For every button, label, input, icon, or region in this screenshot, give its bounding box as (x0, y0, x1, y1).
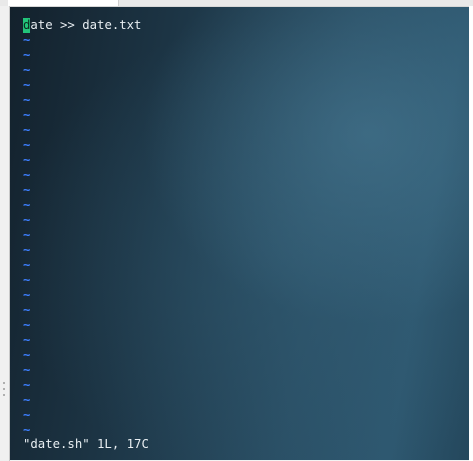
empty-line-tilde: ~ (23, 318, 31, 332)
empty-line-tilde: ~ (23, 363, 31, 377)
empty-line: ~ (23, 243, 141, 258)
empty-line: ~ (23, 153, 141, 168)
empty-line-tilde: ~ (23, 348, 31, 362)
empty-line-tilde: ~ (23, 78, 31, 92)
empty-line: ~ (23, 318, 141, 333)
window-frame: date >> date.txt ~ ~ ~ ~ ~ ~ ~ ~ ~ ~ ~ ~ ~ ~ ~ ~ ~ ~ ~ ~ ~ ~ ~… (0, 0, 473, 461)
empty-line: ~ (23, 168, 141, 183)
empty-line: ~ (23, 288, 141, 303)
empty-line-tilde: ~ (23, 333, 31, 347)
empty-line: ~ (23, 378, 141, 393)
empty-line: ~ (23, 213, 141, 228)
status-line: "date.sh" 1L, 17C (23, 437, 149, 451)
empty-line-tilde: ~ (23, 258, 31, 272)
buffer-line-1[interactable]: date >> date.txt (23, 18, 141, 33)
empty-line: ~ (23, 63, 141, 78)
empty-line: ~ (23, 48, 141, 63)
empty-line-tilde: ~ (23, 243, 31, 257)
empty-line: ~ (23, 258, 141, 273)
empty-line: ~ (23, 93, 141, 108)
empty-line: ~ (23, 273, 141, 288)
right-edge (469, 6, 473, 461)
empty-line-tilde: ~ (23, 138, 31, 152)
top-tab-strip (0, 0, 473, 7)
empty-line-tilde: ~ (23, 213, 31, 227)
empty-line-tilde: ~ (23, 198, 31, 212)
empty-line-tilde: ~ (23, 33, 31, 47)
empty-line: ~ (23, 198, 141, 213)
empty-line-tilde: ~ (23, 63, 31, 77)
empty-line-tilde: ~ (23, 408, 31, 422)
empty-line: ~ (23, 228, 141, 243)
empty-line-tilde: ~ (23, 168, 31, 182)
empty-line: ~ (23, 363, 141, 378)
empty-line: ~ (23, 408, 141, 423)
empty-line-tilde: ~ (23, 273, 31, 287)
empty-line: ~ (23, 108, 141, 123)
active-tab[interactable] (8, 0, 119, 6)
terminal-vim-editor[interactable]: date >> date.txt ~ ~ ~ ~ ~ ~ ~ ~ ~ ~ ~ ~ ~ ~ ~ ~ ~ ~ ~ ~ ~ ~ ~… (10, 7, 469, 460)
empty-line-tilde: ~ (23, 378, 31, 392)
empty-line: ~ (23, 123, 141, 138)
empty-line-tilde: ~ (23, 48, 31, 62)
empty-line-tilde: ~ (23, 183, 31, 197)
empty-line: ~ (23, 138, 141, 153)
empty-line-tilde: ~ (23, 108, 31, 122)
empty-line-tilde: ~ (23, 303, 31, 317)
empty-line: ~ (23, 348, 141, 363)
resize-grip-icon[interactable] (2, 382, 6, 396)
empty-line: ~ (23, 393, 141, 408)
empty-line-tilde: ~ (23, 228, 31, 242)
empty-line-tilde: ~ (23, 288, 31, 302)
line-1-text: ate >> date.txt (30, 18, 142, 32)
empty-line: ~ (23, 33, 141, 48)
empty-line-tilde: ~ (23, 423, 31, 437)
left-sidebar-gutter (0, 6, 10, 461)
empty-line: ~ (23, 423, 141, 438)
empty-line-tilde: ~ (23, 153, 31, 167)
empty-line-tilde: ~ (23, 393, 31, 407)
empty-line: ~ (23, 303, 141, 318)
empty-line: ~ (23, 333, 141, 348)
empty-line-tilde: ~ (23, 93, 31, 107)
empty-line-tilde: ~ (23, 123, 31, 137)
empty-line: ~ (23, 183, 141, 198)
empty-line: ~ (23, 78, 141, 93)
buffer-lines: date >> date.txt ~ ~ ~ ~ ~ ~ ~ ~ ~ ~ ~ ~ ~ ~ ~ ~ ~ ~ ~ ~ ~ ~ ~… (23, 18, 141, 438)
